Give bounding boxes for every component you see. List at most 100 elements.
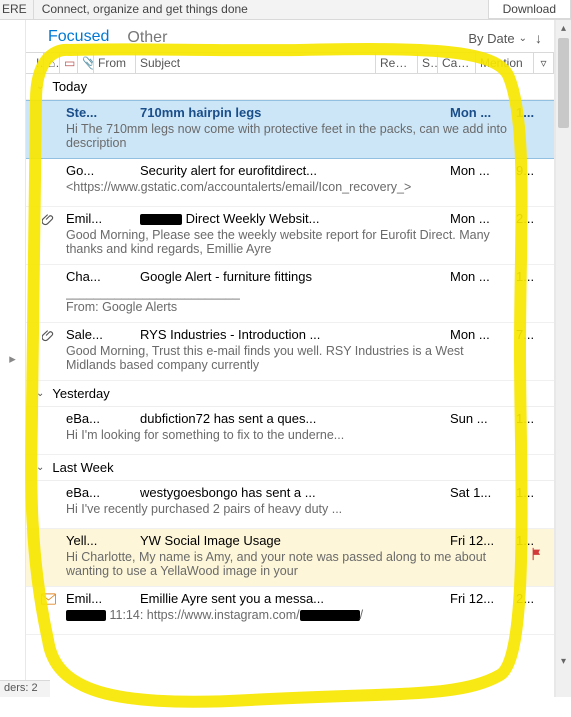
msg-subject: westygoesbongo has sent a ... [140,485,446,500]
message-row[interactable]: Emil... Emillie Ayre sent you a messa...… [26,587,554,635]
status-bar-fragment: ders: 2 [0,680,50,697]
inbox-tab-row: Focused Other By Date ⌄ ↓ [26,20,554,52]
msg-from: Go... [66,163,136,178]
message-row[interactable]: Yell... YW Social Image Usage Fri 12... … [26,529,554,587]
scroll-up-arrow[interactable]: ▴ [556,20,571,36]
group-header-yesterday[interactable]: ⌄ Yesterday [26,381,554,407]
msg-date: Mon ... [450,269,512,284]
msg-date: Sun ... [450,411,512,426]
group-label: Yesterday [52,386,109,401]
msg-from: Emil... [66,591,136,606]
column-header-row: ! ⌂ ▭ 📎 From Subject Recei... S... Cate.… [26,52,554,74]
envelope-icon [38,593,58,608]
paperclip-icon [38,213,58,229]
msg-preview: Good Morning, Trust this e-mail finds yo… [66,344,516,372]
chevron-right-icon: ▸ [9,351,16,367]
msg-subject: Security alert for eurofitdirect... [140,163,446,178]
msg-date: Fri 12... [450,591,512,606]
col-from[interactable]: From [94,53,136,73]
msg-from: Yell... [66,533,136,548]
msg-preview: <https://www.gstatic.com/accountalerts/e… [66,180,516,194]
chevron-down-icon: ⌄ [36,462,44,473]
group-header-today[interactable]: ⌄ Today [26,74,554,100]
message-row[interactable]: Cha... Google Alert - furniture fittings… [26,265,554,323]
msg-date: Mon ... [450,105,512,120]
col-received[interactable]: Recei... [376,53,418,73]
msg-date: Mon ... [450,211,512,226]
tab-other[interactable]: Other [127,29,167,47]
msg-subject: dubfiction72 has sent a ques... [140,411,446,426]
msg-from: Emil... [66,211,136,226]
msg-size: 1... [516,269,546,284]
msg-date: Mon ... [450,327,512,342]
msg-subject: Emillie Ayre sent you a messa... [140,591,446,606]
msg-size: 1... [516,485,546,500]
msg-date: Sat 1... [450,485,512,500]
scroll-thumb[interactable] [558,38,569,128]
msg-size: 1... [516,105,546,120]
msg-size: 1... [516,533,546,548]
chevron-down-icon: ⌄ [36,388,44,399]
sort-direction-button[interactable]: ↓ [535,30,542,46]
download-button[interactable]: Download [488,0,571,19]
ribbon: ERE Connect, organize and get things don… [0,0,571,20]
message-list-pane: Focused Other By Date ⌄ ↓ ! ⌂ ▭ 📎 From S… [26,20,555,697]
group-label: Last Week [52,460,113,475]
sort-by-button[interactable]: By Date ⌄ [468,31,527,46]
chevron-down-icon: ⌄ [36,81,44,92]
msg-preview: Hi The 710mm legs now come with protecti… [66,122,516,150]
col-importance[interactable]: ! [32,53,44,73]
msg-from: Ste... [66,105,136,120]
flag-icon[interactable] [530,547,544,564]
col-attachment[interactable]: 📎 [78,53,94,73]
col-size[interactable]: S... [418,53,438,73]
message-row[interactable]: Sale... RYS Industries - Introduction ..… [26,323,554,381]
col-categories[interactable]: Cate... [438,53,476,73]
msg-subject: YW Social Image Usage [140,533,446,548]
col-subject[interactable]: Subject [136,53,376,73]
msg-size: 2... [516,591,546,606]
msg-subject: Google Alert - furniture fittings [140,269,446,284]
group-label: Today [52,79,87,94]
col-flag[interactable]: ▿ [534,53,554,73]
msg-from: Cha... [66,269,136,284]
msg-date: Mon ... [450,163,512,178]
message-row[interactable]: Emil... Direct Weekly Websit... Mon ... … [26,207,554,265]
paperclip-icon [38,329,58,345]
col-reminder[interactable]: ⌂ [44,53,60,73]
redacted-text [66,610,106,621]
msg-subject: Direct Weekly Websit... [140,211,446,226]
ribbon-tagline: Connect, organize and get things done [34,0,488,19]
msg-preview: 11:14: https://www.instagram.com// [66,608,516,622]
group-header-lastweek[interactable]: ⌄ Last Week [26,455,554,481]
col-mention[interactable]: Mention [476,53,534,73]
tab-focused[interactable]: Focused [48,28,109,48]
msg-from: eBa... [66,411,136,426]
msg-preview: Hi I'm looking for something to fix to t… [66,428,516,442]
ribbon-tab-truncated: ERE [0,0,34,19]
msg-preview: _________________________ From: Google A… [66,286,516,314]
sort-label: By Date [468,31,514,46]
msg-size: 7... [516,327,546,342]
msg-from: eBa... [66,485,136,500]
msg-subject: RYS Industries - Introduction ... [140,327,446,342]
redacted-text [300,610,360,621]
message-row[interactable]: Go... Security alert for eurofitdirect..… [26,159,554,207]
msg-size: 1... [516,411,546,426]
redacted-text [140,214,182,225]
msg-size: 2... [516,211,546,226]
message-row[interactable]: eBa... dubfiction72 has sent a ques... S… [26,407,554,455]
msg-size: 9... [516,163,546,178]
msg-subject: 710mm hairpin legs [140,105,446,120]
scroll-down-arrow[interactable]: ▾ [556,653,571,669]
msg-date: Fri 12... [450,533,512,548]
nav-collapse-gutter[interactable]: ▸ [0,20,26,697]
msg-preview: Hi Charlotte, My name is Amy, and your n… [66,550,516,578]
vertical-scrollbar[interactable]: ▴ ▾ [555,20,571,697]
col-icon[interactable]: ▭ [60,53,78,73]
message-row[interactable]: Ste... 710mm hairpin legs Mon ... 1... H… [26,100,554,159]
message-row[interactable]: eBa... westygoesbongo has sent a ... Sat… [26,481,554,529]
msg-preview: Good Morning, Please see the weekly webs… [66,228,516,256]
msg-preview: Hi I've recently purchased 2 pairs of he… [66,502,516,516]
chevron-down-icon: ⌄ [519,33,527,44]
